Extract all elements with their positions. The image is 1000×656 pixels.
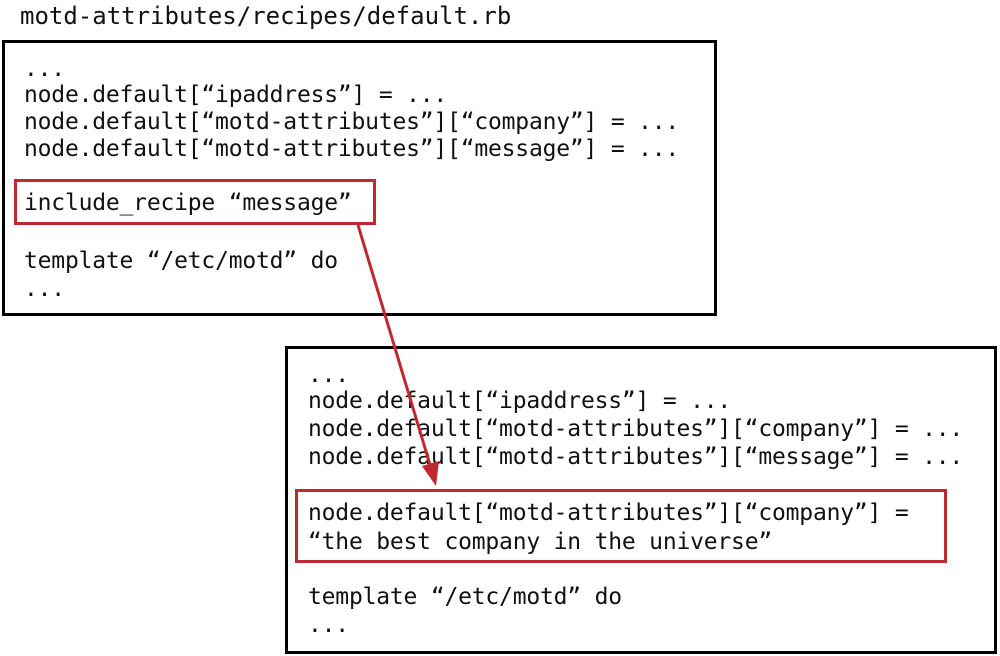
company-override-line: node.default[“motd-attributes”][“company… [308, 500, 909, 526]
file-path-caption: motd-attributes/recipes/default.rb [20, 2, 512, 30]
code-line: node.default[“motd-attributes”][“message… [308, 444, 964, 470]
code-line: template “/etc/motd” do [308, 584, 622, 610]
code-line: node.default[“ipaddress”] = ... [308, 388, 732, 414]
code-line: ... [24, 276, 65, 302]
recipe-box-default: ... node.default[“ipaddress”] = ... node… [2, 40, 717, 316]
include-recipe-line: include_recipe “message” [24, 190, 352, 216]
code-line: ... [308, 362, 349, 388]
code-line: ... [308, 612, 349, 638]
code-line: node.default[“ipaddress”] = ... [24, 82, 448, 108]
code-line: template “/etc/motd” do [24, 248, 338, 274]
code-line: node.default[“motd-attributes”][“message… [24, 136, 680, 162]
code-line: node.default[“motd-attributes”][“company… [24, 109, 680, 135]
company-value-line: “the best company in the universe” [308, 529, 773, 555]
recipe-box-message: ... node.default[“ipaddress”] = ... node… [285, 346, 997, 654]
code-line: ... [24, 56, 65, 82]
code-line: node.default[“motd-attributes”][“company… [308, 416, 964, 442]
